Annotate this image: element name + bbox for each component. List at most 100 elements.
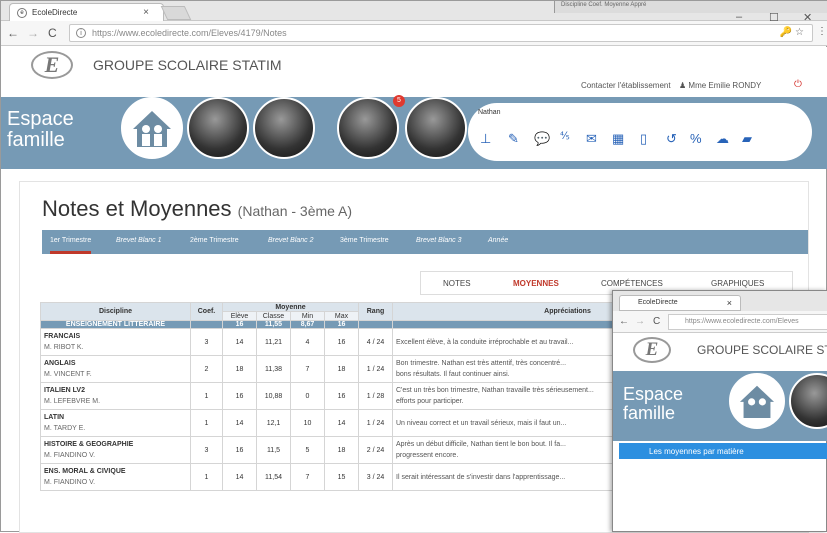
browser-tab[interactable]: e EcoleDirecte ×: [9, 3, 164, 21]
tab-notes[interactable]: NOTES: [443, 279, 471, 288]
tab-period-3[interactable]: 3ème Trimestre: [340, 237, 389, 244]
rang-cell: 4 / 24: [358, 328, 393, 356]
classe-cell: 11,21: [256, 328, 291, 356]
max-cell: 18: [324, 436, 359, 464]
notebook-icon[interactable]: ▯: [640, 131, 647, 147]
subject-name: ANGLAIS: [44, 360, 76, 367]
forward-icon[interactable]: →: [27, 26, 39, 40]
site-header: E GROUPE SCOLAIRE STATIM Contacter l'éta…: [1, 47, 827, 97]
url-field[interactable]: i https://www.ecoledirecte.com/Eleves/41…: [69, 24, 813, 42]
tab-competences[interactable]: COMPÉTENCES: [601, 279, 663, 288]
teacher-name: M. TARDY E.: [44, 425, 86, 432]
book-icon[interactable]: ▰: [742, 131, 752, 147]
rang-cell: 1 / 24: [358, 409, 393, 437]
col-eleve: Elève: [222, 311, 257, 321]
forward-icon[interactable]: →: [635, 316, 645, 327]
family-avatar[interactable]: [121, 97, 183, 159]
reload-icon[interactable]: C: [48, 26, 57, 40]
second-url-field[interactable]: https://www.ecoledirecte.com/Eleves: [668, 314, 827, 330]
tab-brevet-3[interactable]: Brevet Blanc 3: [416, 237, 462, 244]
tab-period-2[interactable]: 2ème Trimestre: [190, 237, 239, 244]
family-avatar[interactable]: [729, 373, 785, 429]
schedule-icon[interactable]: ✎: [508, 131, 519, 147]
new-tab-button[interactable]: [160, 6, 192, 20]
back-icon[interactable]: ←: [7, 26, 19, 40]
col-classe: Classe: [256, 311, 291, 321]
rang-cell: 3 / 24: [358, 463, 393, 491]
page-title: Notes et Moyennes (Nathan - 3ème A): [42, 196, 353, 221]
tab-moyennes[interactable]: MOYENNES: [513, 279, 559, 288]
subject-name: HISTOIRE & GEOGRAPHIE: [44, 441, 134, 448]
second-school-name: GROUPE SCOLAIRE STATIM: [697, 343, 827, 357]
classe-cell: 11,5: [256, 436, 291, 464]
mail-icon[interactable]: ✉: [586, 131, 597, 147]
second-tab-bar: EcoleDirecte ×: [613, 291, 827, 311]
messages-icon[interactable]: 💬: [534, 131, 550, 147]
min-cell: 4: [290, 328, 325, 356]
student-avatar-1[interactable]: [337, 97, 399, 159]
second-espace-title: Espace famille: [623, 384, 684, 423]
user-name[interactable]: ♟ Mme Emilie RONDY: [679, 81, 761, 90]
logout-icon[interactable]: ⏻: [794, 79, 802, 90]
back-icon[interactable]: ←: [619, 316, 629, 327]
subject-name: ENS. MORAL & CIVIQUE: [44, 468, 126, 475]
parent-avatar-2[interactable]: [253, 97, 315, 159]
eleve-cell: 18: [222, 355, 257, 383]
max-cell: 14: [324, 409, 359, 437]
tab-bar: e EcoleDirecte × Discipline Coef. Moyenn…: [1, 1, 827, 24]
tab-brevet-1[interactable]: Brevet Blanc 1: [116, 237, 162, 244]
eleve-cell: 14: [222, 409, 257, 437]
col-rang: Rang: [358, 302, 393, 321]
family-banner: Espace famille 5 Nathan ⊥ ✎ 💬 ⅘ ✉ ▦ ▯ ↺ …: [1, 95, 827, 169]
bookmark-star-icon[interactable]: 🔑 ☆: [780, 27, 804, 38]
col-coef: Coef.: [190, 302, 223, 321]
section-max: 16: [324, 320, 359, 329]
close-tab-icon[interactable]: ×: [143, 7, 149, 18]
contact-link[interactable]: Contacter l'établissement: [581, 81, 671, 90]
espace-famille-title: Espace famille: [7, 108, 74, 151]
subject-name: ITALIEN LV2: [44, 387, 85, 394]
classe-cell: 11,54: [256, 463, 291, 491]
rang-cell: 1 / 24: [358, 355, 393, 383]
teacher-name: M. FIANDINO V.: [44, 452, 96, 459]
tab-annee[interactable]: Année: [488, 237, 508, 244]
tab-period-1[interactable]: 1er Trimestre: [50, 237, 92, 254]
moyennes-par-matiere-header: Les moyennes par matière: [619, 443, 827, 459]
grades-icon[interactable]: ⅘: [560, 131, 570, 142]
second-family-banner: Espace famille: [613, 371, 827, 441]
teacher-name: M. LEFEBVRE M.: [44, 398, 101, 405]
history-icon[interactable]: ↺: [666, 131, 677, 147]
info-icon[interactable]: i: [76, 28, 86, 38]
address-bar: ← → C i https://www.ecoledirecte.com/Ele…: [1, 21, 827, 46]
second-browser-window: EcoleDirecte × ← → C https://www.ecoledi…: [612, 290, 827, 532]
subject-name: FRANCAIS: [44, 333, 81, 340]
tab-brevet-2[interactable]: Brevet Blanc 2: [268, 237, 314, 244]
period-tabs: 1er Trimestre Brevet Blanc 1 2ème Trimes…: [42, 230, 808, 254]
ecoledirecte-logo[interactable]: E: [31, 51, 73, 79]
min-cell: 10: [290, 409, 325, 437]
notification-badge: 5: [393, 95, 405, 107]
col-min: Min: [290, 311, 325, 321]
student-menu-panel: Nathan ⊥ ✎ 💬 ⅘ ✉ ▦ ▯ ↺ % ☁ ▰: [468, 103, 812, 161]
cloud-icon[interactable]: ☁: [716, 131, 729, 147]
menu-icon[interactable]: ⋮: [817, 26, 827, 37]
subject-name: LATIN: [44, 414, 65, 421]
reload-icon[interactable]: C: [653, 316, 660, 327]
calendar-icon[interactable]: ▦: [612, 131, 624, 147]
tab-graphiques[interactable]: GRAPHIQUES: [711, 279, 764, 288]
section-eleve: 16: [222, 320, 257, 329]
coef-cell: 2: [190, 355, 223, 383]
ecoledirecte-logo[interactable]: E: [633, 337, 671, 363]
parent-avatar-1[interactable]: [187, 97, 249, 159]
student-avatar-nathan[interactable]: [405, 97, 467, 159]
close-tab-icon[interactable]: ×: [727, 298, 732, 308]
link-icon[interactable]: %: [690, 131, 702, 146]
parent-avatar-1[interactable]: [789, 373, 827, 429]
max-cell: 18: [324, 355, 359, 383]
favicon-icon: e: [17, 8, 27, 18]
dashboard-icon[interactable]: ⊥: [480, 131, 491, 147]
background-window-columns: Discipline Coef. Moyenne Appré: [561, 2, 647, 8]
min-cell: 7: [290, 463, 325, 491]
second-browser-tab[interactable]: EcoleDirecte ×: [619, 295, 741, 311]
teacher-name: M. FIANDINO V.: [44, 479, 96, 486]
